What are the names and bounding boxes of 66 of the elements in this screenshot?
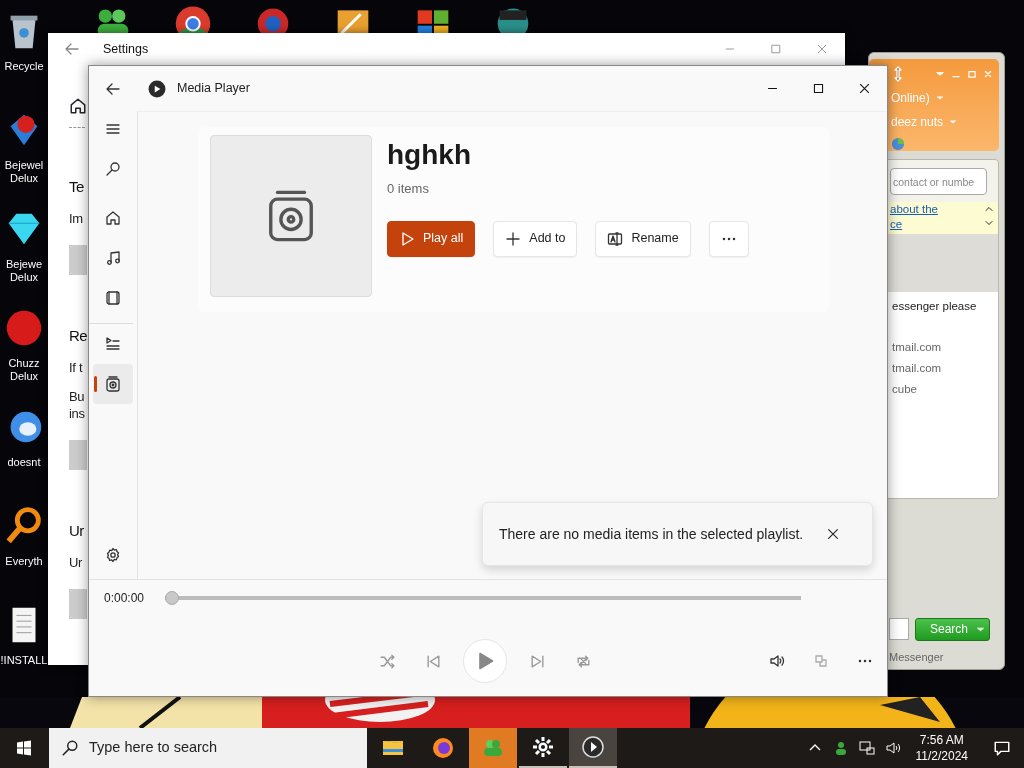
film-icon[interactable] — [105, 290, 121, 306]
item-count: 0 items — [387, 180, 430, 198]
home-icon[interactable] — [69, 97, 87, 115]
music-note-icon[interactable] — [105, 250, 121, 266]
section-text: If t — [69, 359, 83, 376]
search-box[interactable]: Type here to search — [49, 728, 367, 768]
home-icon[interactable] — [105, 210, 121, 226]
settings-icon[interactable] — [105, 547, 121, 563]
shuffle-icon[interactable] — [378, 652, 396, 670]
close-icon[interactable] — [826, 527, 840, 541]
section-text: Bu ins — [69, 388, 85, 422]
elapsed-time: 0:00:00 — [104, 590, 145, 607]
plus-icon[interactable] — [505, 230, 522, 247]
firefox-icon[interactable] — [431, 736, 455, 760]
desktop-icon-label[interactable]: Everyth — [5, 555, 43, 569]
search-icon — [61, 739, 79, 757]
playlist-icon[interactable] — [105, 376, 121, 392]
back-icon[interactable] — [105, 81, 121, 97]
close-icon[interactable] — [857, 82, 871, 95]
banner-link[interactable]: about the — [890, 202, 938, 217]
volume-icon[interactable] — [769, 653, 785, 669]
desktop-icon-label[interactable]: doesnt — [7, 456, 41, 470]
desktop-icon-label[interactable]: !INSTALL — [0, 654, 48, 668]
repeat-icon[interactable] — [574, 652, 592, 670]
window-title: Media Player — [177, 80, 250, 98]
clock[interactable]: 7:56 AM 11/2/2024 — [907, 732, 976, 764]
chat-bubble-icon[interactable] — [993, 739, 1011, 757]
menu-icon[interactable] — [105, 121, 121, 137]
maximize-icon[interactable] — [811, 82, 825, 95]
banner-link[interactable]: ce — [890, 217, 938, 232]
selection-indicator — [94, 376, 97, 392]
contact-item[interactable]: tmail.com — [892, 358, 998, 379]
rename-button[interactable]: Rename — [595, 220, 691, 257]
search-icon[interactable] — [105, 161, 121, 177]
section-heading: Re — [69, 326, 88, 346]
gear-icon[interactable] — [531, 735, 555, 759]
desktop-icon-label[interactable]: Chuzz Delux — [8, 357, 40, 384]
desktop-icon-label[interactable]: Recycle — [4, 60, 44, 74]
rename-icon[interactable] — [607, 230, 624, 247]
play-all-button[interactable]: Play all — [387, 220, 476, 257]
section-text: Ur — [69, 554, 83, 571]
window-title: Settings — [103, 40, 149, 58]
play-icon[interactable] — [581, 735, 605, 759]
play-taskbar-button[interactable] — [569, 728, 617, 768]
desktop-icon-label[interactable]: Bejewel Delux — [4, 159, 44, 186]
section-heading: Ur — [69, 521, 84, 541]
section-heading: Te — [69, 177, 84, 197]
play-button[interactable] — [463, 639, 507, 683]
playlist-nav-button[interactable] — [93, 364, 133, 404]
playlist-title: hghkh — [387, 138, 472, 172]
volume-icon[interactable] — [884, 740, 901, 756]
contact-item[interactable]: tmail.com — [892, 337, 998, 358]
network-icon[interactable] — [858, 740, 875, 756]
footer-text: Messenger — [889, 649, 945, 665]
search-field[interactable]: contact or numbe — [890, 168, 987, 195]
queue-icon[interactable] — [105, 336, 121, 352]
section-text: Im — [69, 210, 83, 227]
list-heading: essenger please — [892, 299, 978, 314]
windows-logo-icon[interactable] — [16, 740, 32, 756]
desktop-icon-label[interactable]: Bejewe Delux — [5, 258, 43, 285]
contact-item[interactable]: cube — [892, 379, 998, 400]
notification-text: There are no media items in the selected playlist. — [499, 524, 804, 544]
add-to-button[interactable]: Add to — [493, 220, 578, 257]
app-logo-icon — [148, 79, 166, 98]
seek-thumb[interactable] — [165, 591, 180, 605]
search-field[interactable] — [889, 618, 909, 640]
